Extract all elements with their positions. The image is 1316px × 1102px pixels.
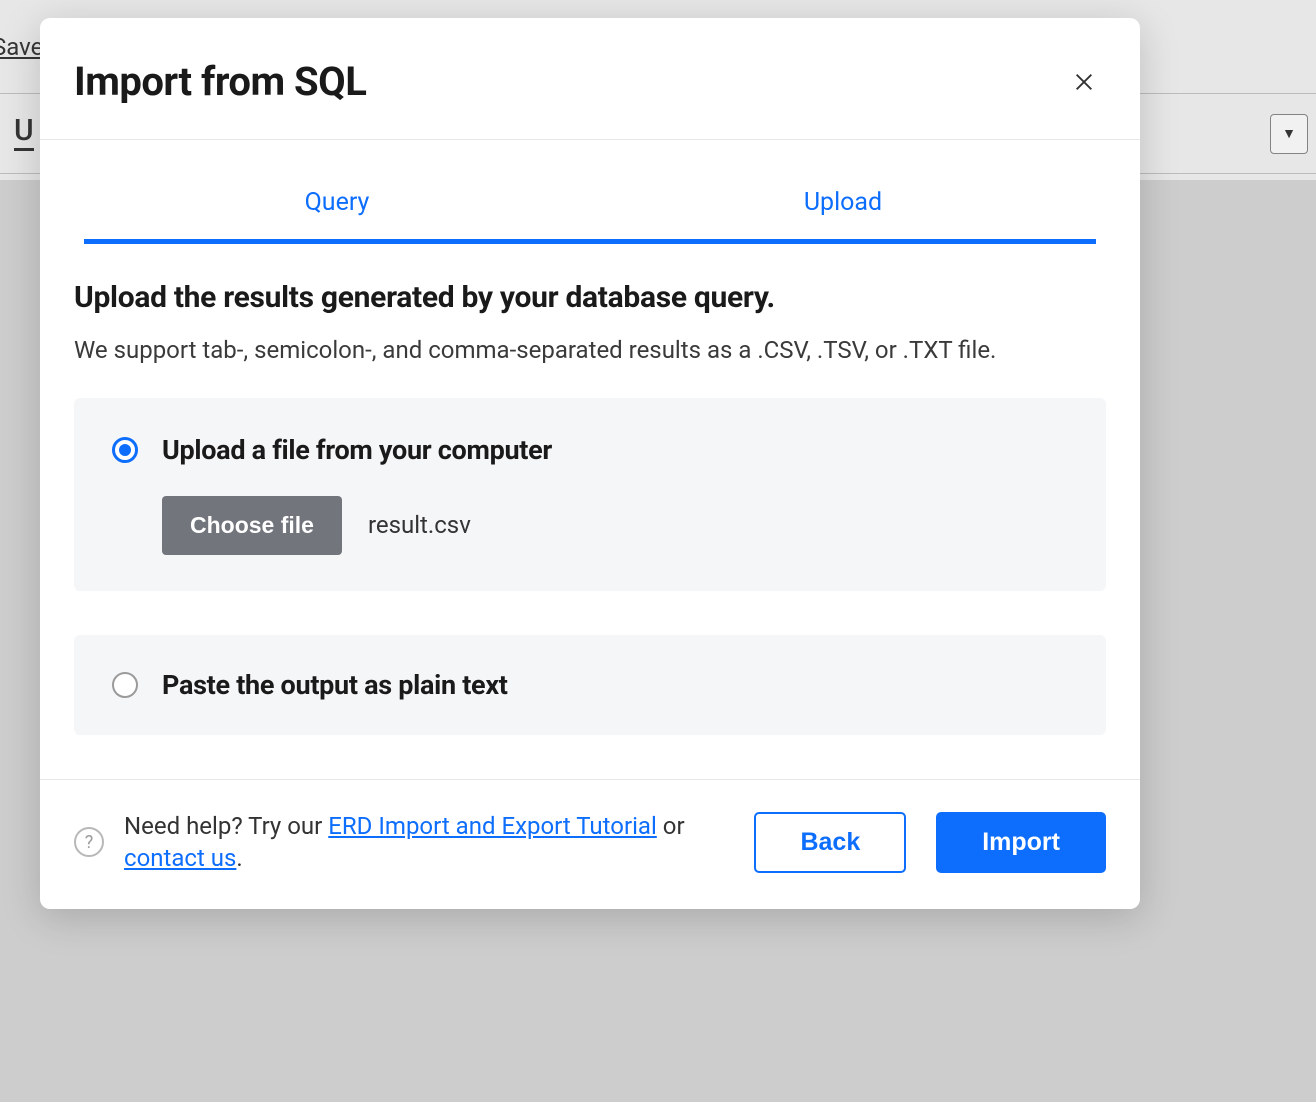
modal-title: Import from SQL — [74, 58, 366, 105]
section-heading: Upload the results generated by your dat… — [74, 280, 1106, 315]
radio-upload-file[interactable] — [112, 437, 138, 463]
tab-upload[interactable]: Upload — [590, 170, 1096, 239]
option-upload-file[interactable]: Upload a file from your computer Choose … — [74, 398, 1106, 591]
choose-file-button[interactable]: Choose file — [162, 496, 342, 555]
back-button[interactable]: Back — [754, 812, 906, 873]
option-paste-text[interactable]: Paste the output as plain text — [74, 635, 1106, 735]
help-link-tutorial[interactable]: ERD Import and Export Tutorial — [328, 812, 657, 840]
modal-footer: ? Need help? Try our ERD Import and Expo… — [40, 779, 1140, 909]
footer-actions: Back Import — [754, 812, 1106, 873]
help-suffix: . — [236, 844, 242, 872]
modal-content: Upload the results generated by your dat… — [40, 244, 1140, 735]
option-header: Upload a file from your computer — [112, 434, 1068, 466]
help-prefix: Need help? Try our — [124, 812, 328, 840]
import-button[interactable]: Import — [936, 812, 1106, 873]
import-sql-modal: Import from SQL Query Upload Upload the … — [40, 18, 1140, 909]
option-paste-text-label: Paste the output as plain text — [162, 669, 508, 701]
radio-dot-icon — [119, 444, 131, 456]
modal-header: Import from SQL — [40, 18, 1140, 140]
close-button[interactable] — [1070, 68, 1098, 96]
tab-bar: Query Upload — [84, 170, 1096, 244]
option-upload-file-label: Upload a file from your computer — [162, 434, 552, 466]
help-icon[interactable]: ? — [74, 827, 104, 857]
help-text: Need help? Try our ERD Import and Export… — [124, 810, 734, 875]
file-chooser-row: Choose file result.csv — [162, 496, 1068, 555]
radio-paste-text[interactable] — [112, 672, 138, 698]
help-middle: or — [657, 812, 685, 840]
selected-filename: result.csv — [368, 511, 471, 539]
close-icon — [1073, 71, 1095, 93]
section-description: We support tab-, semicolon-, and comma-s… — [74, 333, 1106, 368]
option-header: Paste the output as plain text — [112, 669, 1068, 701]
help-link-contact[interactable]: contact us — [124, 844, 236, 872]
tab-query[interactable]: Query — [84, 170, 590, 239]
